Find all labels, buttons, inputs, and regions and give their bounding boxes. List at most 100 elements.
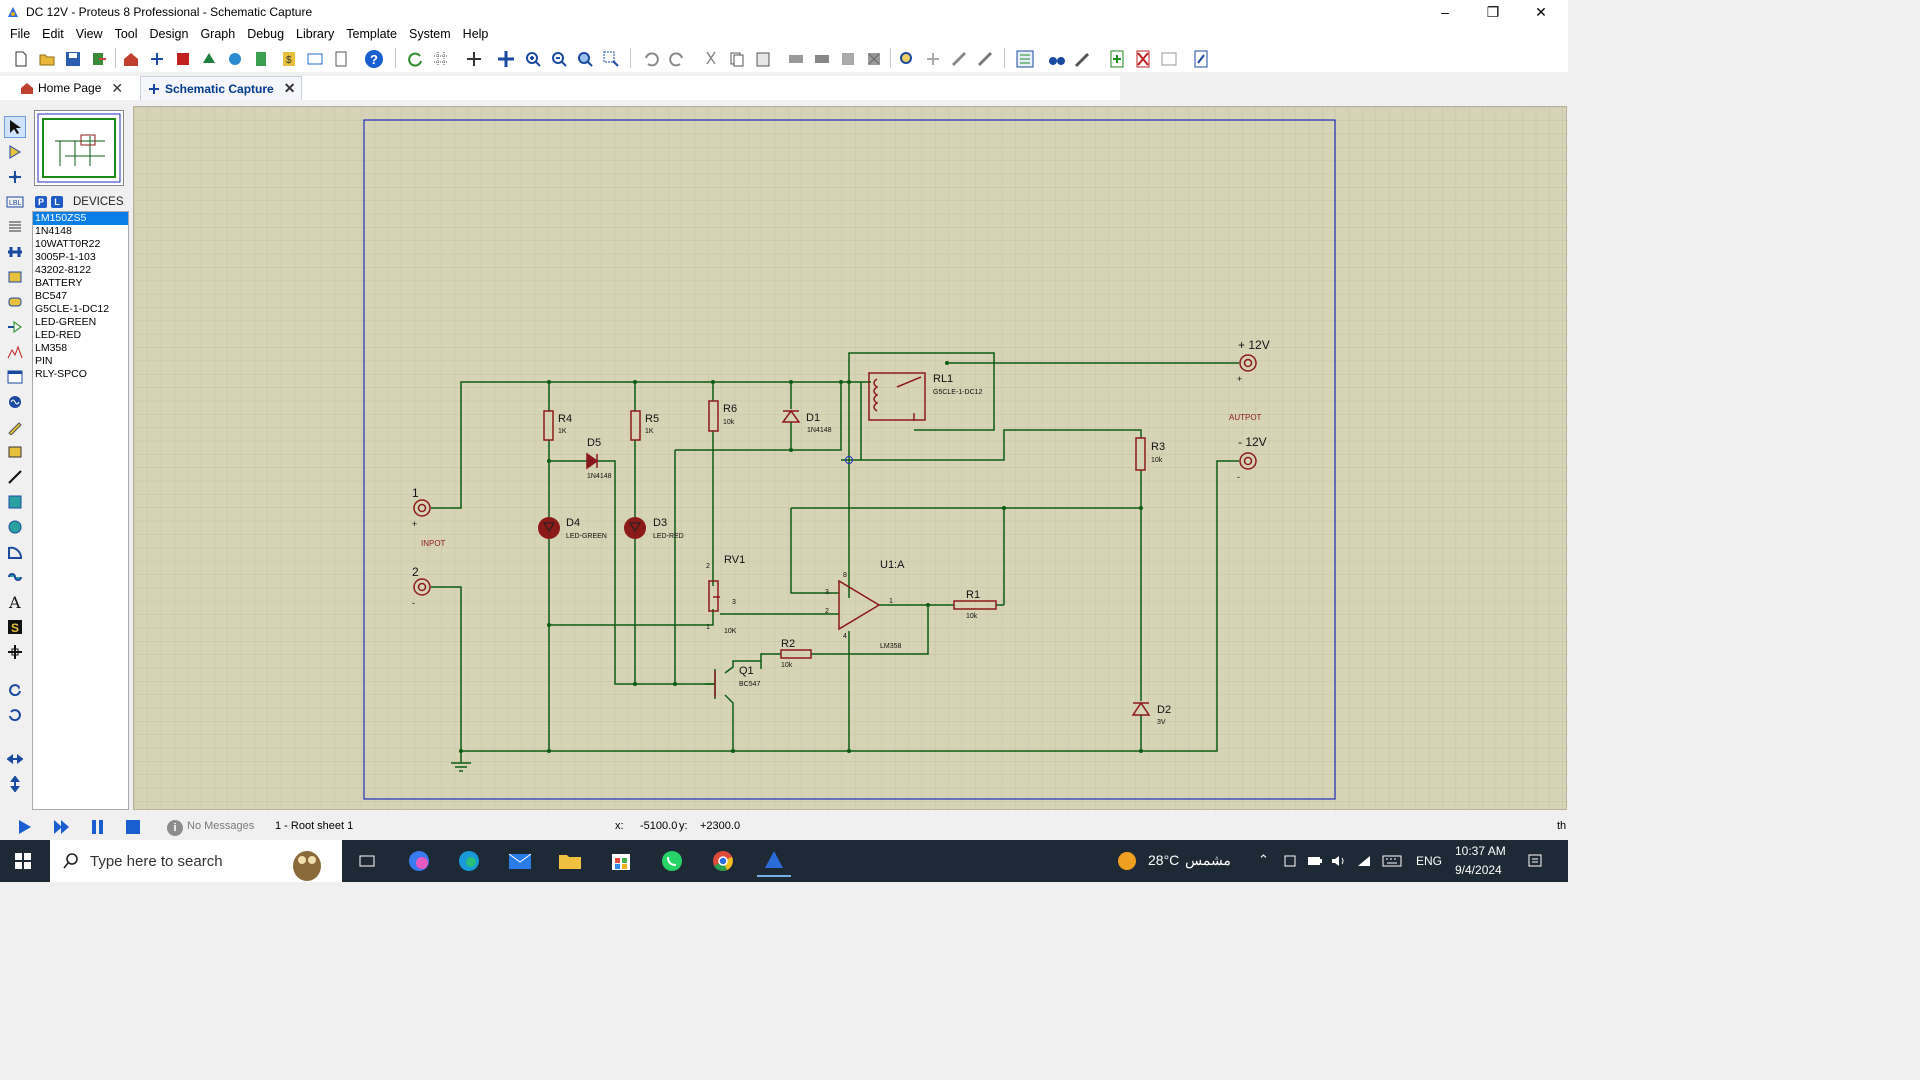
property-assignment-icon[interactable] (1072, 48, 1094, 70)
arc-tool-icon[interactable] (4, 541, 26, 563)
play-button[interactable] (14, 816, 36, 838)
minimize-button[interactable]: – (1422, 0, 1468, 24)
messages-status[interactable]: No Messages (187, 820, 254, 832)
device-item[interactable]: BC547 (33, 290, 128, 303)
notifications-icon[interactable] (1520, 845, 1550, 877)
gerber-icon[interactable] (224, 48, 246, 70)
chrome-icon[interactable] (706, 845, 740, 877)
active-popup-icon[interactable] (4, 366, 26, 388)
schematic-canvas[interactable]: 1 2 + - INPOT AUTPOT + 12V - 12V + - R4 … (133, 106, 1568, 811)
source-code-icon[interactable] (304, 48, 326, 70)
taskbar-search-box[interactable]: Type here to search (50, 840, 342, 882)
pause-button[interactable] (86, 816, 108, 838)
block-rotate-icon[interactable] (837, 48, 859, 70)
microsoft-store-icon[interactable] (604, 845, 638, 877)
menu-library[interactable]: Library (290, 24, 340, 44)
edge-browser-icon[interactable] (452, 845, 486, 877)
new-sheet-icon[interactable] (1106, 48, 1128, 70)
restore-button[interactable]: ❐ (1470, 0, 1516, 24)
device-item[interactable]: 10WATT0R22 (33, 238, 128, 251)
menu-tool[interactable]: Tool (109, 24, 144, 44)
tab-home-close-icon[interactable]: ✕ (111, 80, 123, 97)
origin-icon[interactable] (463, 48, 485, 70)
file-explorer-icon[interactable] (553, 845, 587, 877)
rotate-anticlockwise-icon[interactable] (4, 703, 26, 725)
step-button[interactable] (50, 816, 72, 838)
zoom-out-icon[interactable] (548, 48, 570, 70)
instruments-icon[interactable] (4, 441, 26, 463)
zoom-area-icon[interactable] (600, 48, 622, 70)
clock-time[interactable]: 10:37 AM (1455, 844, 1506, 858)
library-manager-button[interactable]: L (51, 196, 63, 208)
overview-window[interactable] (34, 110, 124, 186)
menu-debug[interactable]: Debug (241, 24, 290, 44)
device-icon[interactable] (1278, 845, 1302, 877)
path-tool-icon[interactable] (4, 566, 26, 588)
copy-icon[interactable] (726, 48, 748, 70)
input-language[interactable]: ENG (1416, 854, 1442, 868)
device-list[interactable]: 1M150ZS5 1N4148 10WATT0R22 3005P-1-103 4… (32, 211, 129, 810)
pick-device-icon[interactable] (896, 48, 918, 70)
device-item[interactable]: 1N4148 (33, 225, 128, 238)
tab-schematic-capture[interactable]: Schematic Capture ✕ (140, 76, 302, 100)
undo-icon[interactable] (640, 48, 662, 70)
open-folder-icon[interactable] (36, 48, 58, 70)
mirror-horizontal-icon[interactable] (4, 748, 26, 770)
device-item[interactable]: LM358 (33, 342, 128, 355)
clock-date[interactable]: 9/4/2024 (1455, 863, 1502, 877)
device-item[interactable]: 1M150ZS5 (33, 212, 128, 225)
copilot-icon[interactable] (402, 845, 436, 877)
stop-button[interactable] (122, 816, 144, 838)
device-item[interactable]: 3005P-1-103 (33, 251, 128, 264)
circle-tool-icon[interactable] (4, 516, 26, 538)
cut-icon[interactable] (700, 48, 722, 70)
mirror-vertical-icon[interactable] (4, 773, 26, 795)
menu-system[interactable]: System (403, 24, 457, 44)
network-icon[interactable] (1352, 845, 1376, 877)
subcircuit-icon[interactable] (4, 266, 26, 288)
menu-view[interactable]: View (70, 24, 109, 44)
device-item[interactable]: RLY-SPCO (33, 368, 128, 381)
pcb-layout-icon[interactable] (172, 48, 194, 70)
wire-label-icon[interactable]: LBL (4, 191, 26, 213)
symbol-tool-icon[interactable]: S (4, 616, 26, 638)
home-page-icon[interactable] (120, 48, 142, 70)
import-icon[interactable] (88, 48, 110, 70)
device-item[interactable]: G5CLE-1-DC12 (33, 303, 128, 316)
box-tool-icon[interactable] (4, 491, 26, 513)
weather-sun-icon[interactable] (1110, 845, 1144, 877)
bill-of-materials-icon[interactable]: $ (278, 48, 300, 70)
new-file-icon[interactable] (10, 48, 32, 70)
device-item[interactable]: LED-GREEN (33, 316, 128, 329)
refresh-icon[interactable] (404, 48, 426, 70)
toggle-grid-icon[interactable] (430, 48, 452, 70)
help-icon[interactable]: ? (363, 48, 385, 70)
design-explorer-icon[interactable] (250, 48, 272, 70)
pick-devices-button[interactable]: P (35, 196, 47, 208)
save-icon[interactable] (62, 48, 84, 70)
terminals-icon[interactable] (4, 291, 26, 313)
mail-icon[interactable] (503, 845, 537, 877)
menu-help[interactable]: Help (457, 24, 495, 44)
device-item[interactable]: 43202-8122 (33, 264, 128, 277)
sheet-status[interactable]: 1 - Root sheet 1 (275, 820, 353, 832)
show-hidden-icons-chevron-icon[interactable]: ⌃ (1258, 852, 1269, 868)
probe-mode-icon[interactable] (4, 416, 26, 438)
volume-icon[interactable] (1327, 845, 1351, 877)
task-view-icon[interactable] (350, 845, 384, 877)
menu-design[interactable]: Design (144, 24, 195, 44)
device-item[interactable]: PIN (33, 355, 128, 368)
pan-icon[interactable] (495, 48, 517, 70)
menu-template[interactable]: Template (340, 24, 403, 44)
schematic-icon[interactable] (146, 48, 168, 70)
3d-viewer-icon[interactable] (198, 48, 220, 70)
device-pins-icon[interactable] (4, 316, 26, 338)
generator-mode-icon[interactable] (4, 391, 26, 413)
junction-dot-icon[interactable] (4, 166, 26, 188)
battery-icon[interactable] (1303, 845, 1327, 877)
close-window-button[interactable]: ✕ (1518, 0, 1564, 24)
exit-parent-icon[interactable] (1158, 48, 1180, 70)
text-tool-icon[interactable]: A (4, 591, 26, 613)
rotate-clockwise-icon[interactable] (4, 678, 26, 700)
keyboard-icon[interactable] (1378, 845, 1406, 877)
